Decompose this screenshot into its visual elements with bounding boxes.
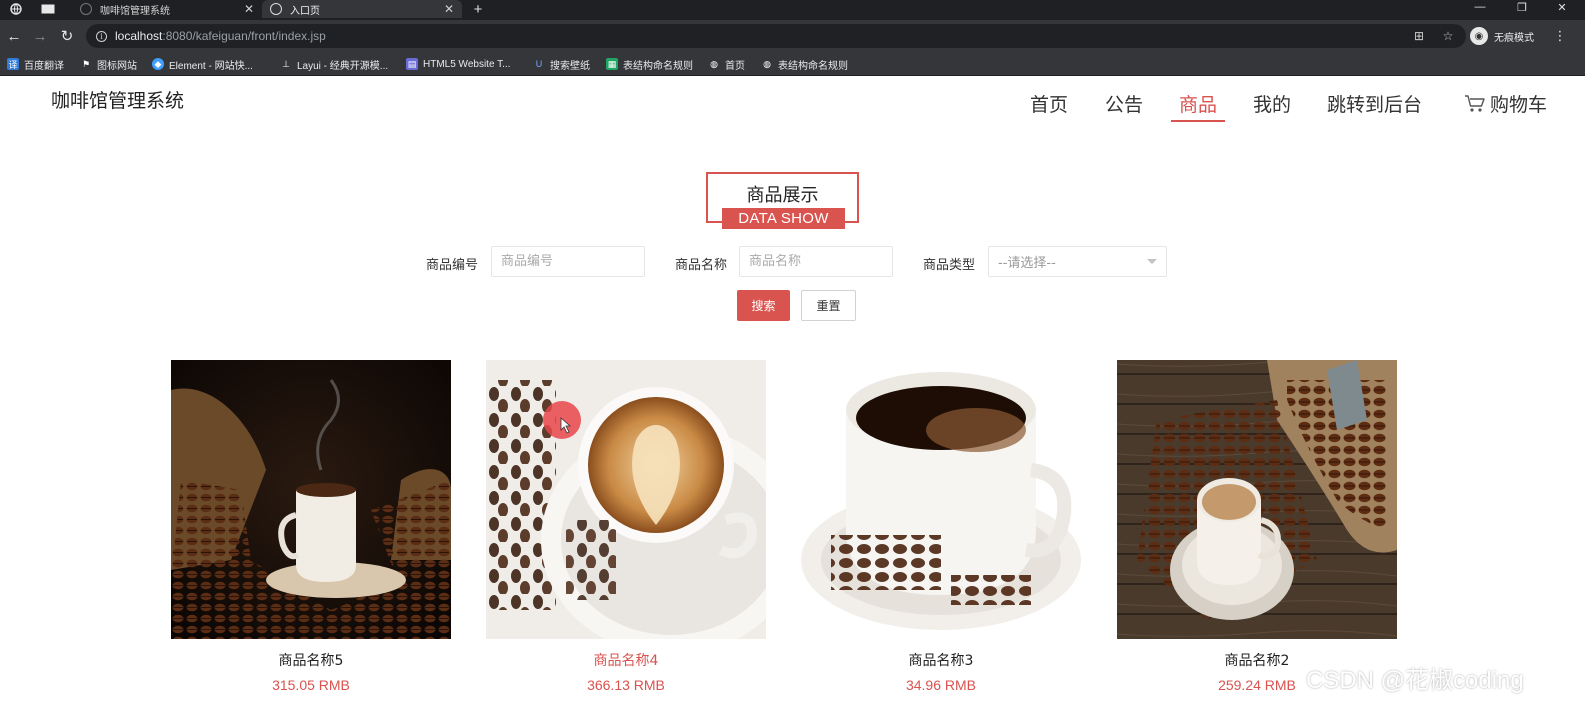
product-name[interactable]: 商品名称5 [171, 650, 451, 670]
product-name-label: 商品名称 [675, 258, 728, 273]
address-bar[interactable]: i localhost:8080/kafeiguan/front/index.j… [86, 24, 1466, 48]
globe-icon: ◍ [710, 58, 718, 69]
bookmark-item[interactable]: ▤ HTML5 Website T... [406, 56, 510, 72]
globe-icon: ◍ [763, 58, 771, 69]
nav-products[interactable]: 商品 [1170, 90, 1226, 122]
globe-icon [270, 3, 282, 15]
chevron-down-icon [1147, 259, 1157, 264]
nav-home[interactable]: 首页 [1030, 90, 1068, 117]
site-title: 咖啡馆管理系统 [51, 90, 185, 112]
bookmarks-bar: 译 百度翻译 ⚑ 图标网站 ◆ Element - 网站快... ⊥ Layui… [0, 52, 1585, 76]
address-toolbar: ← → ↻ i localhost:8080/kafeiguan/front/i… [0, 20, 1585, 52]
window-icon[interactable] [36, 0, 60, 18]
nav-backend[interactable]: 跳转到后台 [1327, 90, 1422, 117]
nav-mine[interactable]: 我的 [1253, 90, 1291, 117]
product-name[interactable]: 商品名称3 [801, 650, 1081, 670]
product-price: 315.05 RMB [272, 677, 350, 693]
reset-button[interactable]: 重置 [801, 290, 856, 321]
restore-icon[interactable]: ❐ [1505, 0, 1539, 14]
close-icon[interactable]: ✕ [244, 2, 254, 16]
product-name[interactable]: 商品名称4 [486, 650, 766, 670]
reload-icon[interactable]: ↻ [56, 27, 78, 45]
nav-notice[interactable]: 公告 [1105, 90, 1143, 117]
translate-icon: 译 [7, 58, 19, 70]
section-heading: 商品展示 DATA SHOW [706, 172, 859, 229]
bookmark-item[interactable]: ◆ Element - 网站快... [152, 56, 253, 72]
bookmark-item[interactable]: 译 百度翻译 [7, 56, 64, 72]
bookmark-item[interactable]: ◍ 表结构命名规则 [761, 56, 848, 72]
minimize-icon[interactable]: — [1463, 0, 1497, 14]
incognito-icon: ◉ [1470, 27, 1488, 45]
product-image[interactable] [801, 360, 1081, 639]
product-code-input[interactable] [491, 246, 645, 277]
flag-icon: ⚑ [81, 58, 91, 69]
section-subtitle: DATA SHOW [722, 208, 845, 229]
bookmark-item[interactable]: ▦ 表结构命名规则 [606, 56, 693, 72]
product-type-select[interactable]: --请选择-- [988, 246, 1167, 277]
product-image[interactable] [486, 360, 766, 639]
bookmark-item[interactable]: ◍ 首页 [708, 56, 745, 72]
profile-label: 无痕模式 [1494, 32, 1534, 44]
tab-entry-page[interactable]: 入口页 ✕ [262, 0, 462, 18]
product-image[interactable] [1117, 360, 1397, 639]
watermark: CSDN @花椒coding [1306, 667, 1524, 694]
product-price: 366.13 RMB [587, 677, 665, 693]
product-price: 34.96 RMB [905, 677, 977, 693]
cart-icon [1465, 95, 1485, 112]
nav-cart-label: 购物车 [1490, 94, 1548, 116]
bookmark-item[interactable]: ⚑ 图标网站 [80, 56, 137, 72]
html5-icon: ▤ [406, 58, 418, 70]
bookmark-item[interactable]: U 搜索壁纸 [533, 56, 590, 72]
section-title: 商品展示 [746, 185, 819, 206]
tab-title: 入口页 [290, 5, 320, 17]
globe-icon[interactable] [4, 0, 28, 18]
layui-icon: ⊥ [282, 58, 290, 69]
incognito-profile[interactable]: ◉ 无痕模式 [1470, 24, 1534, 48]
new-tab-button[interactable]: + [468, 0, 488, 18]
close-window-icon[interactable]: ✕ [1545, 0, 1579, 14]
star-icon[interactable]: ☆ [1441, 29, 1455, 43]
product-code-label: 商品编号 [426, 258, 479, 273]
forward-icon[interactable]: → [29, 27, 51, 45]
tab-cafe-system[interactable]: 咖啡馆管理系统 ✕ [72, 0, 262, 18]
sheet-icon: ▦ [606, 58, 618, 70]
product-image[interactable] [171, 360, 451, 639]
tab-title: 咖啡馆管理系统 [100, 5, 170, 17]
back-icon[interactable]: ← [3, 27, 25, 45]
element-icon: ◆ [152, 58, 164, 70]
more-menu-icon[interactable]: ⋮ [1553, 26, 1567, 46]
product-type-label: 商品类型 [923, 258, 976, 273]
wallpaper-icon: U [535, 59, 543, 69]
select-value: --请选择-- [998, 256, 1056, 271]
product-name-input[interactable] [739, 246, 893, 277]
nav-cart[interactable]: 购物车 [1464, 90, 1547, 117]
page-icon [80, 3, 92, 15]
search-button[interactable]: 搜索 [737, 290, 790, 321]
browser-tab-strip: 咖啡馆管理系统 ✕ 入口页 ✕ + — ❐ ✕ [0, 0, 1585, 20]
url-text[interactable]: localhost:8080/kafeiguan/front/index.jsp [115, 29, 326, 43]
info-icon[interactable]: i [96, 30, 107, 42]
close-icon[interactable]: ✕ [444, 2, 454, 16]
translate-icon[interactable]: ⊞ [1412, 29, 1426, 43]
bookmark-item[interactable]: ⊥ Layui - 经典开源模... [280, 56, 388, 72]
